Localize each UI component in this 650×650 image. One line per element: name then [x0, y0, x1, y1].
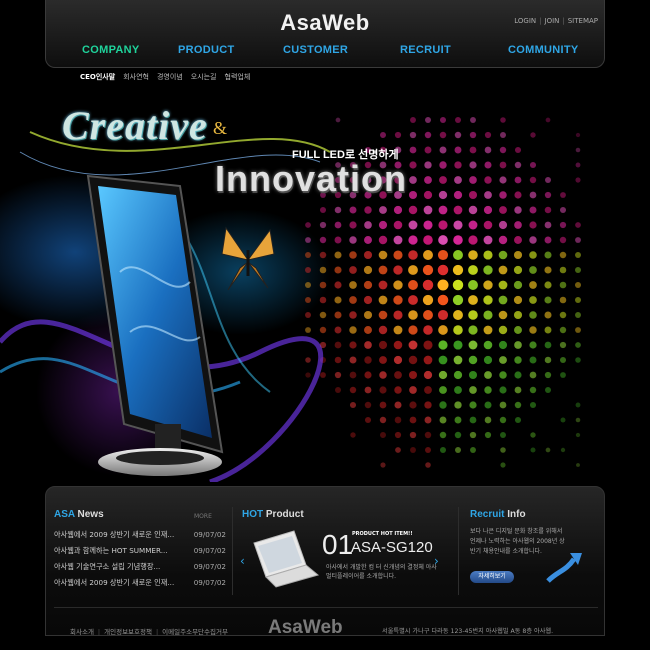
sitemap-link[interactable]: SITEMAP — [568, 17, 598, 25]
subnav-history[interactable]: 회사연혁 — [123, 73, 149, 81]
nav-recruit[interactable]: RECRUIT — [400, 44, 451, 56]
list-item[interactable]: 아사웹과 함께하는 HOT SUMMER... 09/07/02 — [54, 543, 226, 559]
nav-product[interactable]: PRODUCT — [178, 44, 235, 56]
list-item[interactable]: 아사웹 기술연구소 설립 기념행장... 09/07/02 — [54, 559, 226, 575]
bottom-panel: ASA News MORE 아사웹에서 2009 상반기 새로운 인재... 09… — [45, 486, 605, 636]
news-title: ASA News — [54, 509, 104, 520]
news-list: 아사웹에서 2009 상반기 새로운 인재... 09/07/02 아사웹과 함께… — [54, 527, 226, 591]
hot-product-tag: PRODUCT HOT ITEM!! — [352, 531, 413, 537]
footer-address: 서울특별시 가나구 다라동 123-45번지 아사웹빌 A동 8층 아사웹. — [382, 626, 553, 635]
nav-community[interactable]: COMMUNITY — [508, 44, 579, 56]
monitor-illustration — [60, 162, 240, 482]
subnav-ceo[interactable]: CEO인사말 — [80, 73, 115, 81]
join-link[interactable]: JOIN — [545, 17, 560, 25]
column-divider — [232, 507, 233, 595]
recruit-title: Recruit Info — [470, 509, 526, 520]
hot-product-title: HOT Product — [242, 509, 304, 520]
list-item[interactable]: 아사웹에서 2009 상반기 새로운 인재... 09/07/02 — [54, 575, 226, 591]
butterfly-icon — [218, 220, 278, 300]
hot-product-desc: 아사에서 개발한 컴 터 신개념의 결정체 아사 멀티플레이어를 소개합니다. — [326, 563, 444, 581]
nav-customer[interactable]: CUSTOMER — [283, 44, 348, 56]
list-item[interactable]: 아사웹에서 2009 상반기 새로운 인재... 09/07/02 — [54, 527, 226, 543]
utility-links: LOGIN | JOIN | SITEMAP — [514, 17, 598, 25]
subnav-location[interactable]: 오시는길 — [191, 73, 217, 81]
nav-company[interactable]: COMPANY — [82, 44, 140, 56]
subnav-partners[interactable]: 협력업체 — [225, 73, 251, 81]
footer-link-about[interactable]: 회사소개 — [70, 628, 94, 636]
banner-title-innovation: Innovation — [215, 158, 407, 200]
footer-links: 회사소개 | 개인정보보호정책 | 이메일주소무단수집거부 — [70, 626, 228, 636]
hot-product-name[interactable]: ASA-SG120 — [351, 539, 433, 556]
footer-link-email-policy[interactable]: 이메일주소무단수집거부 — [162, 628, 228, 636]
laptop-icon — [248, 529, 320, 589]
arrow-swoosh-icon — [544, 549, 584, 585]
hot-product-number: 01 — [322, 529, 353, 561]
footer-link-privacy[interactable]: 개인정보보호정책 — [104, 628, 152, 636]
login-link[interactable]: LOGIN — [514, 17, 536, 25]
prev-arrow-icon[interactable]: ‹ — [240, 554, 245, 568]
footer-logo: AsaWeb — [268, 617, 343, 639]
sub-nav: CEO인사말 회사연혁 경영이념 오시는길 협력업체 — [80, 72, 258, 82]
banner-ampersand: & — [213, 118, 227, 139]
header: AsaWeb LOGIN | JOIN | SITEMAP COMPANY PRODUC… — [45, 0, 605, 68]
footer-divider — [54, 607, 598, 608]
main-visual-banner: Creative & FULL LED로 선명하게 Innovation — [0, 92, 650, 482]
subnav-philosophy[interactable]: 경영이념 — [157, 73, 183, 81]
next-arrow-icon[interactable]: › — [434, 554, 439, 568]
hot-product-slider: ‹ 01 PRODUCT HOT ITEM!! ASA-SG120 아사에서 개… — [236, 527, 446, 597]
recruit-detail-button[interactable]: 자세히보기 — [470, 571, 514, 583]
banner-title-creative: Creative — [62, 102, 208, 149]
main-nav: COMPANY PRODUCT CUSTOMER RECRUIT COMMUNI… — [46, 44, 604, 62]
news-more-link[interactable]: MORE — [194, 513, 212, 520]
column-divider — [458, 507, 459, 595]
